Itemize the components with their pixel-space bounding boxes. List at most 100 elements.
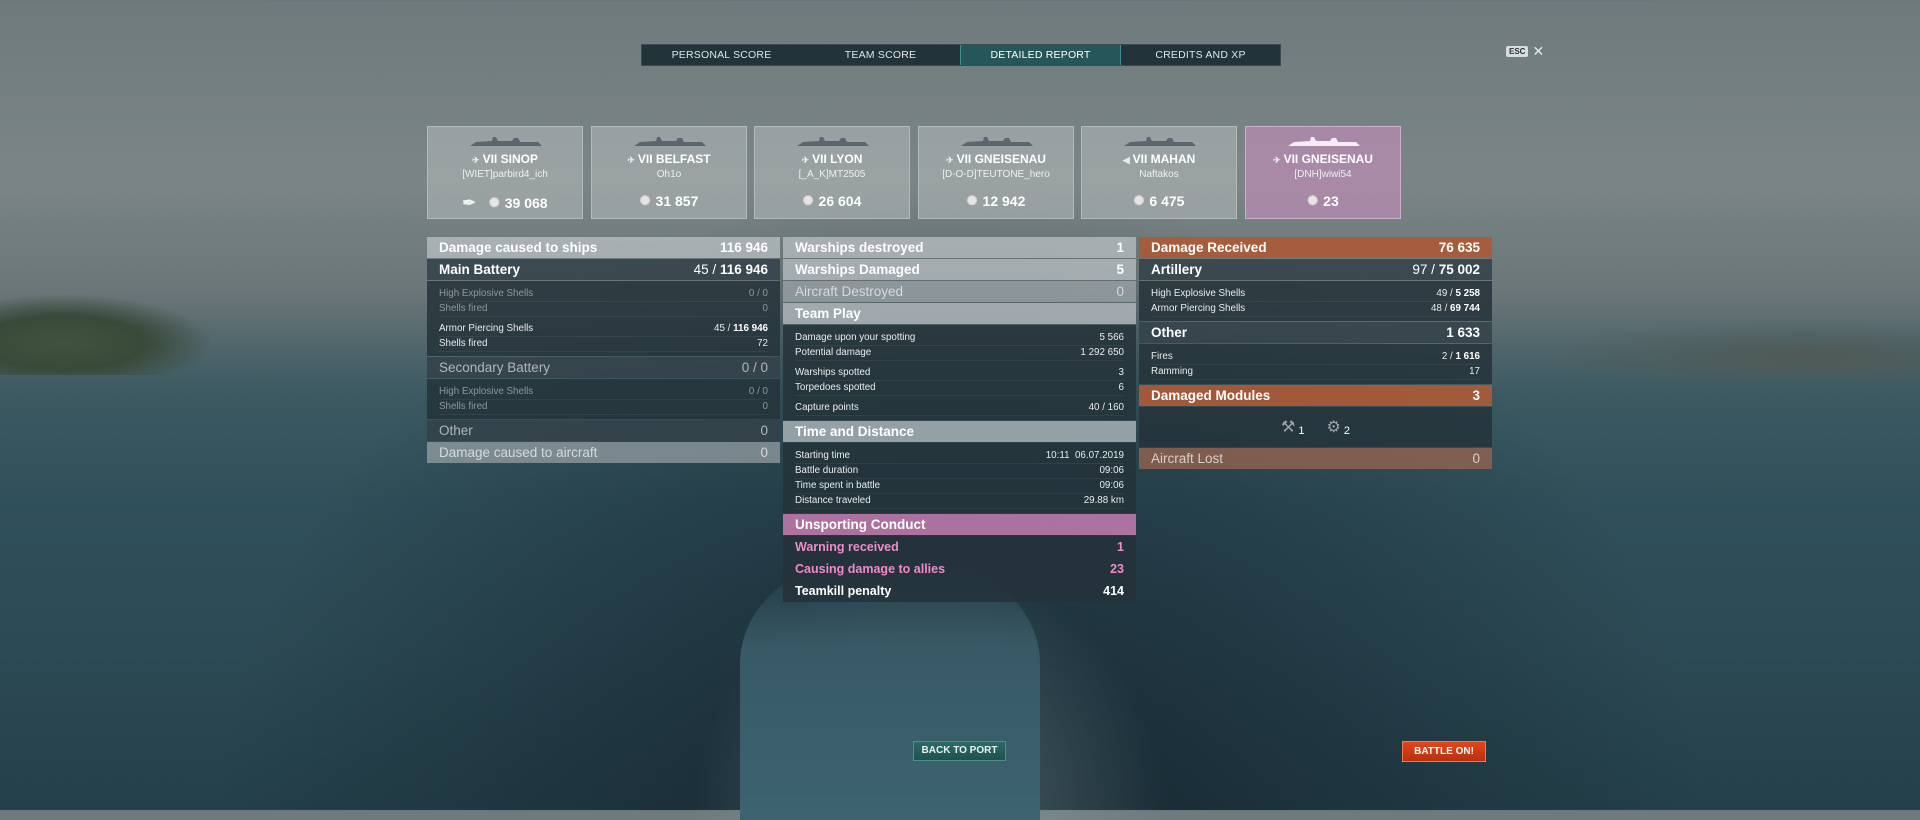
damage-received-header: Damage Received 76 635 [1139, 237, 1492, 258]
warships-destroyed-header: Warships destroyed 1 [783, 237, 1136, 258]
ship-card[interactable]: ◀ VII MAHAN Naftakos ✺ 6 475 [1081, 126, 1237, 219]
damage-icon: ✺ [802, 193, 814, 208]
row-value: 0 / 0 [748, 288, 768, 299]
esc-close[interactable]: ESC ✕ [1506, 44, 1544, 58]
stat-row: Shells fired 72 [439, 337, 768, 352]
row-label: Aircraft Lost [1151, 451, 1224, 466]
row-label: Shells fired [439, 303, 488, 314]
tab-credits-and-xp[interactable]: CREDITS AND XP [1121, 45, 1280, 65]
stat-row: Potential damage 1 292 650 [795, 346, 1124, 361]
row-label: Other [1151, 325, 1188, 340]
player-name: Oh1o [656, 169, 682, 180]
stat-row: Capture points 40 / 160 [795, 401, 1124, 416]
row-value: 10:11 06.07.2019 [1045, 450, 1124, 461]
row-label: Main Battery [439, 262, 521, 277]
row-value: 0 [1116, 284, 1124, 299]
ship-card[interactable]: ✈ VII LYON [_A_K]MT2505 ✺ 26 604 [754, 126, 910, 219]
aircraft-destroyed-header: Aircraft Destroyed 0 [783, 281, 1136, 302]
background-coast [1540, 320, 1920, 380]
hits-count: 45 / [693, 262, 717, 277]
time-distance-header: Time and Distance [783, 421, 1136, 442]
warships-damaged-header: Warships Damaged 5 [783, 259, 1136, 280]
aircraft-lost-header: Aircraft Lost 0 [1139, 448, 1492, 469]
ship-name: VII LYON [812, 152, 863, 166]
report-tabs: PERSONAL SCORE TEAM SCORE DETAILED REPOR… [641, 44, 1281, 66]
nation-flag-icon: ◀ [1122, 155, 1130, 165]
row-label: Distance traveled [795, 495, 871, 506]
hits-count: 97 / [1412, 262, 1435, 277]
tab-personal-score[interactable]: PERSONAL SCORE [642, 45, 801, 65]
ship-silhouette-icon [1124, 137, 1196, 146]
row-label: Damaged Modules [1151, 388, 1271, 403]
row-value: 0 [762, 303, 768, 314]
row-value: 116 946 [719, 240, 768, 255]
row-value: 0 [760, 445, 768, 460]
row-value: 76 635 [1438, 240, 1480, 255]
teamkill-penalty-row: Teamkill penalty 414 [783, 580, 1136, 602]
row-label: Warning received [795, 540, 899, 554]
feather-icon: ✒ [462, 195, 476, 212]
row-value: 0 [760, 423, 768, 438]
row-value: 40 / 160 [1088, 402, 1124, 413]
row-value: 09:06 [1099, 480, 1124, 491]
damage-value: 5 258 [1455, 288, 1480, 299]
ship-name: VII BELFAST [637, 152, 711, 166]
ship-card[interactable]: ✈ VII SINOP [WIET]parbird4_ich ✒ ✺ 39 068 [427, 126, 583, 219]
esc-key-label: ESC [1506, 45, 1529, 57]
stat-row: Armor Piercing Shells 45 / 116 946 [439, 322, 768, 337]
stat-row: Starting time 10:11 06.07.2019 [795, 449, 1124, 464]
damage-score: 39 068 [504, 195, 548, 211]
row-value: 72 [757, 338, 768, 349]
row-value: 1 633 [1446, 325, 1480, 340]
nation-flag-icon: ✈ [946, 155, 954, 165]
row-value: 1 292 650 [1080, 347, 1124, 358]
row-label: High Explosive Shells [439, 386, 534, 397]
nation-flag-icon: ✈ [1273, 155, 1281, 165]
section-title: Time and Distance [795, 424, 915, 439]
ship-card[interactable]: ✈ VII BELFAST Oh1o ✺ 31 857 [591, 126, 747, 219]
row-label: Armor Piercing Shells [1151, 303, 1246, 314]
damage-icon: ✺ [639, 193, 651, 208]
row-value: 3 [1118, 367, 1124, 378]
ship-card-self[interactable]: ✈ VII GNEISENAU [DNH]wiwi54 ✺ 23 [1245, 126, 1401, 219]
row-value: 23 [1110, 562, 1124, 576]
module-count: 1 [1298, 425, 1305, 437]
battle-on-button[interactable]: BATTLE ON! [1402, 741, 1486, 762]
back-to-port-button[interactable]: BACK TO PORT [913, 741, 1006, 761]
row-value: 09:06 [1099, 465, 1124, 476]
row-label: Time spent in battle [795, 480, 881, 491]
row-label: High Explosive Shells [1151, 288, 1246, 299]
row-label: Warships spotted [795, 367, 871, 378]
stat-row: Damage upon your spotting 5 566 [795, 331, 1124, 346]
stat-row: Battle duration 09:06 [795, 464, 1124, 479]
tab-team-score[interactable]: TEAM SCORE [801, 45, 960, 65]
damaged-modules-header: Damaged Modules 3 [1139, 385, 1492, 406]
row-label: Damage Received [1151, 240, 1267, 255]
engine-module-icon: ⚙ [1326, 419, 1341, 436]
stat-row: High Explosive Shells 0 / 0 [439, 385, 768, 400]
row-label: Aircraft Destroyed [795, 284, 904, 299]
row-value: 48 / 69 744 [1431, 302, 1480, 316]
row-label: High Explosive Shells [439, 288, 534, 299]
stat-row: Shells fired 0 [439, 400, 768, 415]
row-value: 5 [1116, 262, 1124, 277]
row-label: Potential damage [795, 347, 872, 358]
damage-value: 116 946 [719, 262, 768, 277]
ship-card[interactable]: ✈ VII GNEISENAU [D-O-D]TEUTONE_hero ✺ 12 9… [918, 126, 1074, 219]
row-label: Warships destroyed [795, 240, 924, 255]
row-value: 3 [1472, 388, 1480, 403]
row-label: Starting time [795, 450, 850, 461]
close-icon[interactable]: ✕ [1532, 44, 1544, 58]
damage-icon: ✺ [1307, 193, 1319, 208]
row-label: Warships Damaged [795, 262, 920, 277]
damage-received-column: Damage Received 76 635 Artillery 97 / 75… [1139, 237, 1492, 470]
tab-detailed-report[interactable]: DETAILED REPORT [960, 45, 1121, 65]
stat-row: Warships spotted 3 [795, 366, 1124, 381]
player-name: [D-O-D]TEUTONE_hero [942, 169, 1050, 180]
player-name: Naftakos [1139, 169, 1179, 180]
stat-row: Time spent in battle 09:06 [795, 479, 1124, 494]
row-label: Damage caused to aircraft [439, 445, 598, 460]
unsporting-conduct-header: Unsporting Conduct [783, 514, 1136, 535]
hits-count: 49 / [1436, 288, 1453, 299]
stat-row: Distance traveled 29.88 km [795, 494, 1124, 509]
